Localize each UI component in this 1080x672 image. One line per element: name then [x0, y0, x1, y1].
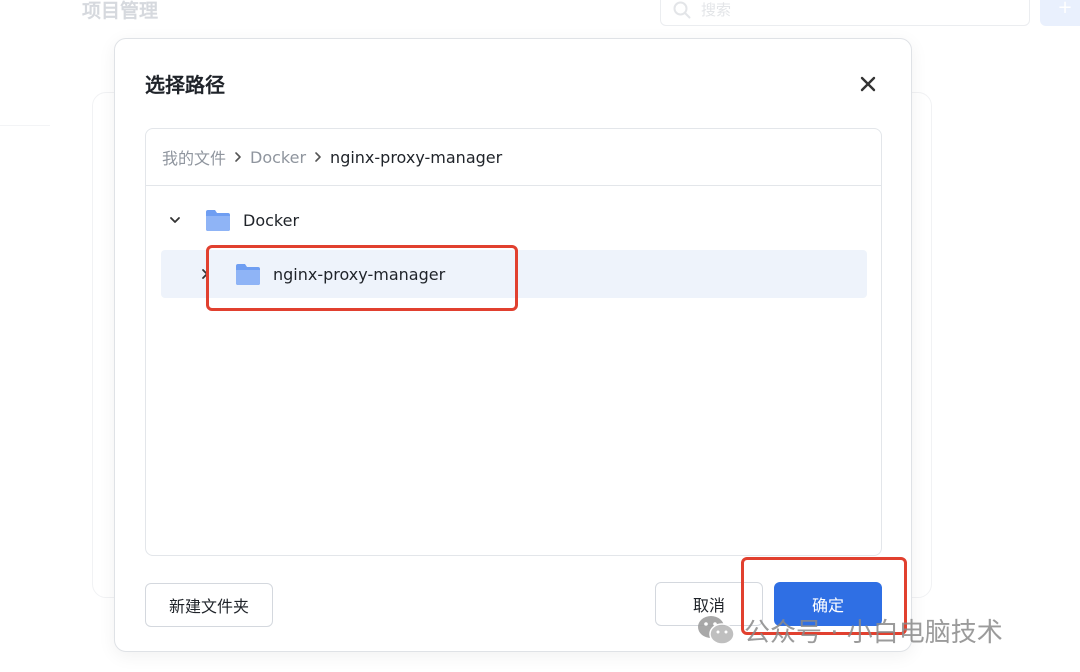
breadcrumb: 我的文件 Docker nginx-proxy-manager [146, 129, 881, 186]
watermark: 公众号 · 小白电脑技术 [696, 610, 1003, 650]
background-search-input: 搜索 [660, 0, 1030, 26]
chevron-down-icon[interactable] [161, 206, 189, 234]
chevron-right-icon [231, 150, 245, 164]
chevron-right-icon [311, 150, 325, 164]
background-search-placeholder: 搜索 [701, 1, 732, 19]
tree-item-docker[interactable]: Docker [161, 196, 867, 244]
background-add-button: + [1040, 0, 1080, 26]
background-sidebar-item [0, 68, 50, 126]
wechat-icon [698, 616, 735, 645]
search-icon [673, 1, 691, 19]
breadcrumb-item-current: nginx-proxy-manager [330, 147, 503, 167]
folder-icon [203, 207, 233, 233]
background-page-title: 项目管理 [82, 0, 159, 22]
tree-item-label: Docker [243, 210, 300, 230]
close-icon [860, 76, 876, 92]
highlight-box-folder [206, 245, 518, 311]
new-folder-button[interactable]: 新建文件夹 [145, 583, 273, 627]
folder-browser: 我的文件 Docker nginx-proxy-manager Docker n… [145, 128, 882, 556]
close-button[interactable] [853, 69, 883, 99]
breadcrumb-item-docker[interactable]: Docker [250, 148, 306, 167]
dialog-title: 选择路径 [145, 73, 225, 97]
watermark-text: 公众号 · 小白电脑技术 [744, 617, 1003, 648]
breadcrumb-item-my-files[interactable]: 我的文件 [162, 145, 226, 169]
